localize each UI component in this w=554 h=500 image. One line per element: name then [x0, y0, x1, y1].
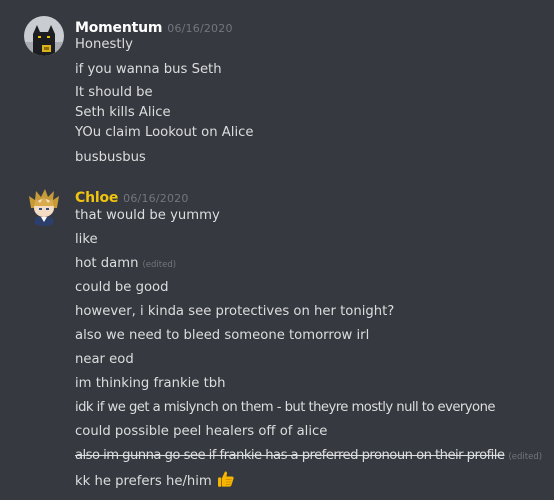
message-text: near eod: [75, 352, 134, 367]
message-text: Seth kills Alice: [75, 105, 171, 120]
message-text: idk if we get a mislynch on them - but t…: [75, 400, 495, 415]
message-text: if you wanna bus Seth: [75, 62, 222, 77]
message-text: however, i kinda see protectives on her …: [75, 304, 395, 319]
message-text: YOu claim Lookout on Alice: [75, 125, 254, 140]
message-text: like: [75, 232, 98, 247]
message-text: also we need to bleed someone tomorrow i…: [75, 328, 370, 343]
message-text-strikethrough: also im gunna go see if frankie has a pr…: [75, 448, 505, 463]
message-text: It should be: [75, 85, 153, 100]
message-text: im thinking frankie tbh: [75, 376, 226, 391]
edited-tag[interactable]: (edited): [142, 260, 176, 270]
message-text: hot damn: [75, 256, 139, 271]
message-text: could possible peel healers off of alice: [75, 424, 328, 439]
username[interactable]: Chloe: [75, 190, 118, 206]
message-text: kk he prefers he/him: [75, 474, 212, 489]
thumbs-up-icon[interactable]: [216, 469, 236, 495]
avatar-chloe[interactable]: [24, 186, 64, 226]
username[interactable]: Momentum: [75, 20, 162, 36]
message-text: Honestly: [75, 37, 133, 52]
message-text: that would be yummy: [75, 208, 220, 223]
anime-character-avatar-icon: [24, 186, 64, 226]
message-row: hot damn (edited): [75, 255, 176, 274]
message-text: could be good: [75, 280, 169, 295]
timestamp[interactable]: 06/16/2020: [123, 192, 188, 205]
timestamp[interactable]: 06/16/2020: [167, 22, 232, 35]
message-row: also im gunna go see if frankie has a pr…: [75, 447, 542, 466]
avatar-momentum[interactable]: [24, 16, 64, 56]
message-header: Chloe 06/16/2020: [75, 187, 189, 209]
dark-cat-avatar-icon: [24, 16, 64, 56]
message-row: kk he prefers he/him: [75, 469, 236, 495]
edited-tag[interactable]: (edited): [508, 452, 542, 462]
message-text: busbusbus: [75, 150, 146, 165]
